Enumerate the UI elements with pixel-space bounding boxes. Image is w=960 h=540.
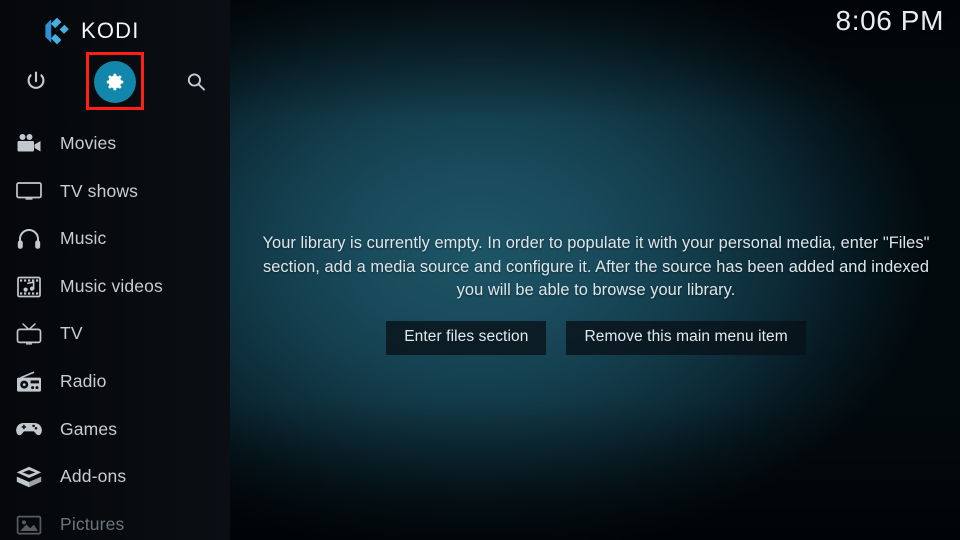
empty-library-actions: Enter files section Remove this main men… — [240, 320, 952, 355]
sidebar-item-label: Movies — [60, 133, 117, 154]
sidebar-item-label: TV shows — [60, 180, 139, 201]
sidebar-item-tv-shows[interactable]: TV shows — [0, 168, 230, 216]
empty-library-message: Your library is currently empty. In orde… — [262, 234, 930, 299]
gamepad-icon — [12, 414, 46, 444]
sidebar: KODI Movies TV shows Music Music videos … — [0, 0, 230, 540]
sidebar-item-add-ons[interactable]: Add-ons — [0, 453, 230, 501]
sidebar-item-music-videos[interactable]: Music videos — [0, 263, 230, 311]
main-menu: Movies TV shows Music Music videos TV Ra… — [0, 120, 230, 540]
kodi-home-screen: KODI Movies TV shows Music Music videos … — [0, 0, 960, 540]
sidebar-item-label: Music videos — [60, 275, 163, 296]
picture-icon — [12, 510, 46, 540]
sidebar-item-radio[interactable]: Radio — [0, 358, 230, 406]
clock: 8:06 PM — [835, 5, 944, 36]
movie-camera-icon — [12, 129, 46, 159]
power-icon — [24, 70, 48, 94]
sidebar-item-label: Add-ons — [60, 466, 127, 487]
sidebar-item-label: Pictures — [60, 513, 125, 534]
empty-library-panel: Your library is currently empty. In orde… — [240, 232, 952, 355]
open-box-icon — [12, 462, 46, 492]
kodi-logo-icon — [42, 16, 72, 46]
sidebar-item-pictures[interactable]: Pictures — [0, 501, 230, 540]
radio-icon — [12, 367, 46, 397]
search-icon — [184, 70, 208, 94]
enter-files-section-button[interactable]: Enter files section — [386, 320, 547, 355]
power-button[interactable] — [11, 57, 61, 107]
television-icon — [12, 319, 46, 349]
gear-icon — [94, 61, 136, 103]
sidebar-item-music[interactable]: Music — [0, 215, 230, 263]
sidebar-item-label: Radio — [60, 371, 107, 392]
sidebar-item-label: Music — [60, 228, 107, 249]
sidebar-item-games[interactable]: Games — [0, 406, 230, 454]
film-note-icon — [12, 272, 46, 302]
sidebar-item-movies[interactable]: Movies — [0, 120, 230, 168]
settings-button[interactable] — [90, 57, 140, 107]
search-button[interactable] — [171, 57, 221, 107]
brand: KODI — [42, 14, 140, 48]
sidebar-item-label: Games — [60, 418, 118, 439]
quick-action-row — [0, 57, 230, 107]
sidebar-item-label: TV — [60, 323, 83, 344]
headphones-icon — [12, 224, 46, 254]
sidebar-item-tv[interactable]: TV — [0, 310, 230, 358]
brand-name: KODI — [81, 18, 140, 43]
monitor-icon — [12, 176, 46, 206]
remove-main-menu-item-button[interactable]: Remove this main menu item — [566, 320, 806, 355]
